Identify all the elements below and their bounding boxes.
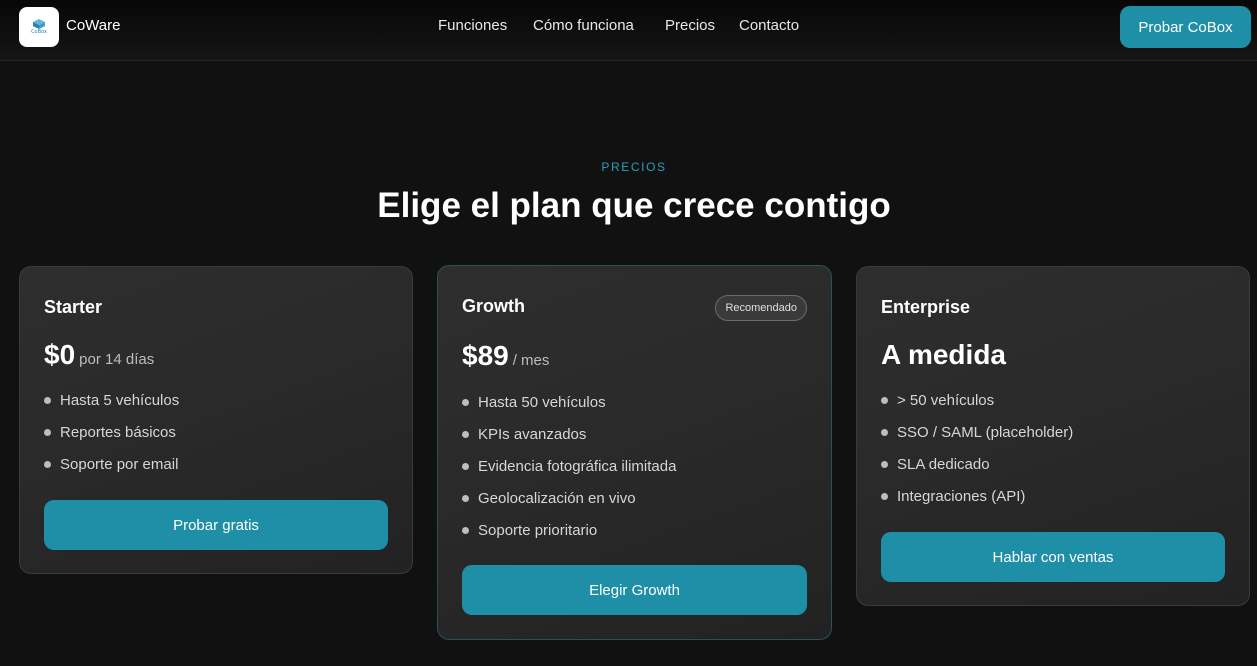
bullet-icon: [462, 398, 469, 406]
plan-price: $0 por 14 días: [44, 339, 154, 371]
feature-text: Hasta 5 vehículos: [60, 391, 180, 409]
bullet-icon: [881, 428, 888, 436]
logo[interactable]: CoBox: [19, 7, 59, 47]
top-navbar: CoBox CoWare Funciones Cómo funciona Pre…: [0, 0, 1257, 61]
brand-name[interactable]: CoWare: [66, 17, 120, 34]
feature-item: Hasta 5 vehículos: [44, 384, 179, 416]
feature-item: Integraciones (API): [881, 480, 1073, 512]
try-cobox-button[interactable]: Probar CoBox: [1120, 6, 1251, 48]
plan-price: A medida: [881, 339, 1006, 371]
bullet-icon: [462, 462, 469, 470]
try-free-button[interactable]: Probar gratis: [44, 500, 388, 550]
bullet-icon: [44, 428, 51, 436]
bullet-icon: [44, 460, 51, 468]
choose-growth-button[interactable]: Elegir Growth: [462, 565, 807, 615]
feature-text: Reportes básicos: [60, 423, 176, 441]
feature-text: SSO / SAML (placeholder): [897, 423, 1074, 441]
feature-item: Soporte prioritario: [462, 514, 676, 546]
plan-features: > 50 vehículos SSO / SAML (placeholder) …: [881, 384, 1073, 512]
plan-price-value: A medida: [881, 339, 1006, 370]
feature-text: Integraciones (API): [897, 487, 1026, 505]
plan-card-starter: Starter $0 por 14 días Hasta 5 vehículos …: [19, 266, 413, 574]
bullet-icon: [881, 460, 888, 468]
feature-item: Evidencia fotográfica ilimitada: [462, 450, 676, 482]
bullet-icon: [44, 396, 51, 404]
plan-price: $89/ mes: [462, 340, 549, 372]
contact-sales-button[interactable]: Hablar con ventas: [881, 532, 1225, 582]
nav-funciones[interactable]: Funciones: [438, 17, 507, 34]
recommended-badge: Recomendado: [715, 295, 807, 321]
plan-price-note: / mes: [512, 352, 550, 369]
section-title: Elige el plan que crece contigo: [377, 186, 891, 225]
feature-text: KPIs avanzados: [478, 425, 587, 443]
feature-text: Hasta 50 vehículos: [478, 393, 606, 411]
bullet-icon: [462, 430, 469, 438]
bullet-icon: [881, 492, 888, 500]
plan-features: Hasta 50 vehículos KPIs avanzados Eviden…: [462, 386, 676, 546]
feature-text: > 50 vehículos: [897, 391, 995, 409]
plan-card-enterprise: Enterprise A medida > 50 vehículos SSO /…: [856, 266, 1250, 606]
plan-card-growth: Growth Recomendado $89/ mes Hasta 50 veh…: [437, 265, 832, 640]
plan-name: Growth: [462, 296, 525, 316]
plan-features: Hasta 5 vehículos Reportes básicos Sopor…: [44, 384, 179, 480]
feature-text: Evidencia fotográfica ilimitada: [478, 457, 677, 475]
section-eyebrow: PRECIOS: [601, 160, 667, 174]
feature-item: Reportes básicos: [44, 416, 179, 448]
feature-item: KPIs avanzados: [462, 418, 676, 450]
plan-price-note: por 14 días: [79, 351, 155, 368]
feature-text: SLA dedicado: [897, 455, 990, 473]
feature-item: SLA dedicado: [881, 448, 1073, 480]
feature-item: SSO / SAML (placeholder): [881, 416, 1073, 448]
nav-contacto[interactable]: Contacto: [739, 17, 799, 34]
feature-item: Geolocalización en vivo: [462, 482, 676, 514]
feature-text: Soporte prioritario: [478, 521, 598, 539]
logo-text: CoBox: [31, 29, 47, 35]
feature-item: > 50 vehículos: [881, 384, 1073, 416]
bullet-icon: [462, 494, 469, 502]
plan-name: Enterprise: [881, 297, 971, 317]
feature-text: Soporte por email: [60, 455, 179, 473]
cube-logo-icon: [33, 19, 45, 29]
nav-como-funciona[interactable]: Cómo funciona: [533, 17, 634, 34]
feature-item: Hasta 50 vehículos: [462, 386, 676, 418]
plan-price-value: $89: [462, 340, 509, 371]
feature-item: Soporte por email: [44, 448, 179, 480]
plan-price-value: $0: [44, 339, 76, 370]
bullet-icon: [881, 396, 888, 404]
nav-precios[interactable]: Precios: [665, 17, 715, 34]
bullet-icon: [462, 526, 469, 534]
feature-text: Geolocalización en vivo: [478, 489, 636, 507]
plan-name: Starter: [44, 297, 103, 317]
